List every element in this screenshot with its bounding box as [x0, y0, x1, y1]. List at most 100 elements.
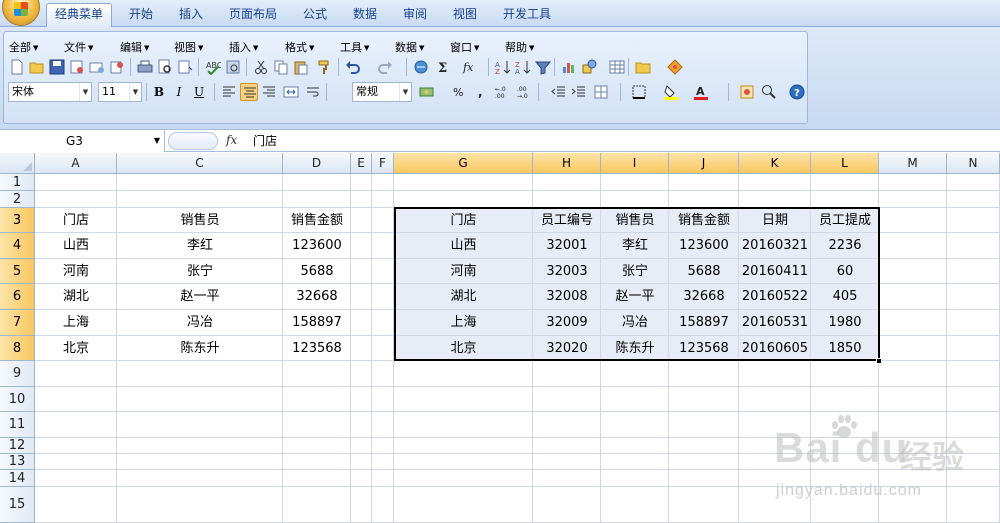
menu-file[interactable]: 文件 ▼: [64, 40, 93, 56]
left-table-header-cell[interactable]: 销售金额: [283, 208, 351, 233]
left-table-cell[interactable]: 冯冶: [117, 310, 283, 336]
office-button[interactable]: [2, 0, 40, 26]
chart-icon[interactable]: [560, 58, 578, 76]
tab-developer[interactable]: 开发工具: [498, 4, 556, 27]
tab-view[interactable]: 视图: [448, 4, 482, 27]
left-table-cell[interactable]: 123568: [283, 336, 351, 361]
increase-decimal-icon[interactable]: ←.0.00: [494, 83, 512, 101]
autosum-icon[interactable]: Σ: [434, 58, 452, 76]
comma-style-icon[interactable]: ,: [472, 83, 490, 101]
column-header[interactable]: E: [351, 153, 372, 174]
column-header[interactable]: K: [739, 153, 811, 174]
currency-icon[interactable]: [418, 83, 436, 101]
menu-edit[interactable]: 编辑 ▼: [120, 40, 149, 56]
row-header[interactable]: 5: [0, 259, 35, 284]
sort-ascending-icon[interactable]: AZ: [494, 58, 512, 76]
decrease-decimal-icon[interactable]: .00 →.0: [516, 83, 534, 101]
folder-icon[interactable]: [634, 58, 652, 76]
align-center-icon[interactable]: [240, 83, 258, 101]
align-left-icon[interactable]: [220, 83, 238, 101]
left-table-cell[interactable]: 陈东升: [117, 336, 283, 361]
menu-data[interactable]: 数据 ▼: [395, 40, 424, 56]
email-icon[interactable]: [88, 58, 106, 76]
left-table-header-cell[interactable]: 销售员: [117, 208, 283, 233]
left-table-cell[interactable]: 北京: [35, 336, 117, 361]
insert-function-icon[interactable]: fx: [226, 133, 237, 147]
new-icon[interactable]: [8, 58, 26, 76]
left-table-cell[interactable]: 山西: [35, 233, 117, 259]
row-header[interactable]: 3: [0, 208, 35, 233]
formula-input[interactable]: 门店: [253, 130, 277, 152]
spelling-icon[interactable]: ABC: [204, 58, 222, 76]
menu-format[interactable]: 格式 ▼: [285, 40, 314, 56]
merge-center-icon[interactable]: [282, 83, 300, 101]
table-icon[interactable]: [608, 58, 626, 76]
font-size-select[interactable]: 11 ▼: [98, 82, 142, 102]
row-header[interactable]: 15: [0, 487, 35, 523]
column-header[interactable]: J: [669, 153, 739, 174]
fill-color-icon[interactable]: [662, 83, 680, 101]
left-table-cell[interactable]: 5688: [283, 259, 351, 284]
redo-icon[interactable]: [376, 58, 394, 76]
italic-button[interactable]: I: [170, 83, 188, 101]
filter-icon[interactable]: [534, 58, 552, 76]
cut-icon[interactable]: [252, 58, 270, 76]
row-header[interactable]: 14: [0, 470, 35, 487]
row-header[interactable]: 11: [0, 412, 35, 438]
left-table-cell[interactable]: 李红: [117, 233, 283, 259]
tab-home[interactable]: 开始: [124, 4, 158, 27]
increase-indent-icon[interactable]: [570, 83, 588, 101]
row-header[interactable]: 12: [0, 438, 35, 454]
sort-descending-icon[interactable]: ZA: [514, 58, 532, 76]
print-preview-icon[interactable]: [156, 58, 174, 76]
left-table-cell[interactable]: 湖北: [35, 284, 117, 310]
column-header[interactable]: F: [372, 153, 394, 174]
save-icon[interactable]: [48, 58, 66, 76]
left-table-cell[interactable]: 123600: [283, 233, 351, 259]
row-header[interactable]: 6: [0, 284, 35, 310]
tab-classic-menu[interactable]: 经典菜单: [46, 3, 112, 28]
column-header[interactable]: I: [601, 153, 669, 174]
left-table-cell[interactable]: 上海: [35, 310, 117, 336]
worksheet-grid[interactable]: A C D E F G H I J K L M N 1 2 3 4 5 6 7 8 9 10 11 12 13 14 15 门店 销售员销…: [0, 153, 1000, 523]
row-header[interactable]: 13: [0, 454, 35, 470]
tab-formulas[interactable]: 公式: [298, 4, 332, 27]
name-box[interactable]: G3 ▼: [0, 130, 165, 152]
clipart-icon[interactable]: [738, 83, 756, 101]
function-icon[interactable]: fx: [460, 58, 478, 76]
select-all-corner[interactable]: [0, 153, 35, 174]
column-header[interactable]: M: [879, 153, 947, 174]
cell-style-icon[interactable]: [592, 83, 610, 101]
preview-dropdown-icon[interactable]: [176, 58, 194, 76]
menu-view[interactable]: 视图 ▼: [174, 40, 203, 56]
left-table-cell[interactable]: 河南: [35, 259, 117, 284]
row-header[interactable]: 9: [0, 361, 35, 387]
format-painter-icon[interactable]: [316, 58, 334, 76]
hyperlink-icon[interactable]: [412, 58, 430, 76]
decrease-indent-icon[interactable]: [550, 83, 568, 101]
tab-review[interactable]: 审阅: [398, 4, 432, 27]
left-table-cell[interactable]: 158897: [283, 310, 351, 336]
menu-help[interactable]: 帮助 ▼: [505, 40, 534, 56]
column-header[interactable]: A: [35, 153, 117, 174]
font-color-icon[interactable]: A: [692, 83, 710, 101]
drawing-icon[interactable]: [580, 58, 598, 76]
row-header[interactable]: 10: [0, 387, 35, 412]
menu-all[interactable]: 全部 ▼: [9, 40, 38, 56]
row-header[interactable]: 4: [0, 233, 35, 259]
column-header[interactable]: C: [117, 153, 283, 174]
print-icon[interactable]: [136, 58, 154, 76]
left-table-cell[interactable]: 张宁: [117, 259, 283, 284]
column-header[interactable]: H: [533, 153, 601, 174]
row-header[interactable]: 2: [0, 191, 35, 208]
left-table-cell[interactable]: 赵一平: [117, 284, 283, 310]
paste-icon[interactable]: [292, 58, 310, 76]
undo-icon[interactable]: [344, 58, 362, 76]
wrap-text-icon[interactable]: [304, 83, 322, 101]
fill-handle[interactable]: [876, 358, 882, 364]
left-table-header-cell[interactable]: 门店: [35, 208, 117, 233]
left-table-cell[interactable]: 32668: [283, 284, 351, 310]
menu-window[interactable]: 窗口 ▼: [450, 40, 479, 56]
underline-button[interactable]: U: [190, 83, 208, 101]
align-right-icon[interactable]: [260, 83, 278, 101]
